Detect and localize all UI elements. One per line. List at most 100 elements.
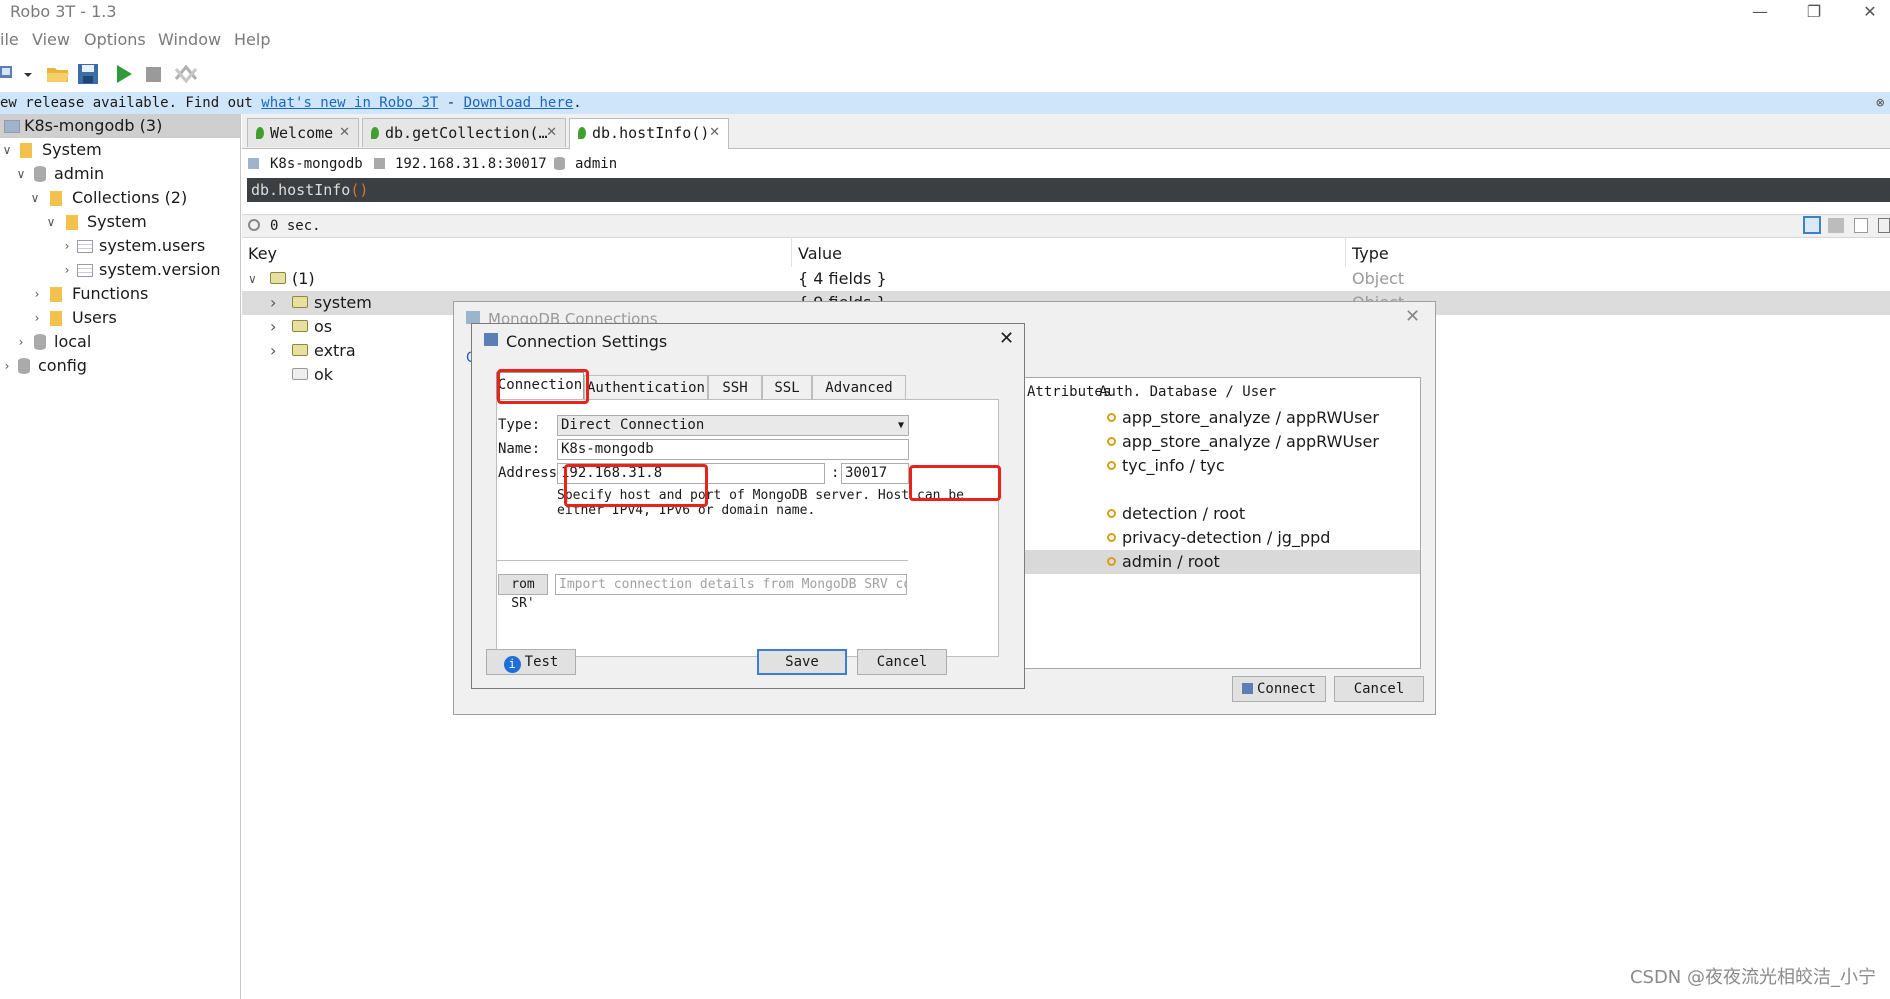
tab-getcollection[interactable]: db.getCollection(… ✕ (362, 118, 566, 147)
stop-icon[interactable] (142, 62, 166, 86)
highlight-connection-tab (497, 369, 589, 404)
menu-file[interactable]: ile (0, 30, 19, 49)
minimize-button[interactable]: — (1740, 0, 1780, 26)
connection-node[interactable]: K8s-mongodb (3) (0, 114, 240, 138)
whats-new-link[interactable]: what's new in Robo 3T (261, 95, 438, 111)
auth-entry: app_store_analyze / appRWUser (1122, 432, 1379, 451)
explorer-sidebar: K8s-mongodb (3) ∨ System ∨ admin ∨ Colle… (0, 114, 241, 999)
list-item[interactable]: tyc_info / tyc (1015, 454, 1420, 478)
text-view-icon[interactable] (1854, 218, 1868, 233)
cancel-settings-button[interactable]: Cancel (857, 649, 947, 675)
object-icon (270, 272, 286, 284)
close-icon[interactable]: ✕ (339, 119, 350, 147)
auth-entry: app_store_analyze / appRWUser (1122, 408, 1379, 427)
list-item[interactable]: privacy-detection / jg_ppd (1015, 526, 1420, 550)
folder-icon (66, 215, 78, 230)
connection-settings-dialog: Connection Settings ✕ Connection Authent… (471, 323, 1025, 689)
name-label: Name: (498, 441, 541, 457)
tab-advanced[interactable]: Advanced (812, 375, 906, 399)
connection-info-bar: K8s-mongodb 192.168.31.8:30017 admin (242, 152, 1890, 176)
highlight-port-field (909, 465, 1001, 501)
close-icon[interactable]: ✕ (999, 328, 1014, 349)
restore-button[interactable]: ❐ (1794, 0, 1834, 26)
save-icon[interactable] (76, 62, 100, 86)
folder-icon (50, 287, 62, 302)
from-srv-button[interactable]: rom SR' (498, 574, 548, 611)
address-icon (374, 158, 385, 169)
chevron-down-icon[interactable]: ∨ (0, 138, 14, 162)
object-icon (292, 320, 308, 332)
tab-ssh[interactable]: SSH (708, 375, 762, 399)
menu-view[interactable]: View (32, 30, 70, 49)
save-button[interactable]: Save (757, 649, 847, 675)
table-row[interactable]: ∨ (1) { 4 fields } Object (242, 267, 1890, 291)
tree-label: System (42, 140, 102, 159)
row-key: system (314, 293, 372, 312)
name-field[interactable]: K8s-mongodb (557, 439, 909, 460)
connect-button[interactable]: Connect (1232, 676, 1326, 702)
refresh-icon[interactable] (172, 62, 200, 86)
tab-welcome[interactable]: Welcome ✕ (247, 118, 359, 147)
clock-icon (248, 219, 260, 231)
connection-type-select[interactable]: Direct Connection ▼ (557, 415, 909, 436)
close-icon[interactable]: ✕ (546, 119, 557, 147)
list-item[interactable]: app_store_analyze / appRWUser (1015, 406, 1420, 430)
close-banner-icon[interactable]: ⊗ (1876, 92, 1884, 114)
chevron-down-icon[interactable]: ∨ (14, 162, 28, 186)
chevron-right-icon[interactable]: › (270, 291, 276, 315)
chevron-down-icon[interactable]: ∨ (248, 267, 257, 291)
tab-hostinfo[interactable]: db.hostInfo() ✕ (569, 118, 729, 149)
chevron-right-icon[interactable]: › (14, 330, 28, 354)
column-key[interactable]: Key (242, 237, 792, 267)
list-item[interactable]: detection / root (1015, 502, 1420, 526)
menu-help[interactable]: Help (234, 30, 270, 49)
server-icon (248, 158, 259, 169)
key-icon (1107, 533, 1116, 542)
auth-header: Auth. Database / User (1099, 384, 1277, 400)
key-icon (1107, 461, 1116, 470)
chevron-right-icon[interactable]: › (270, 339, 276, 363)
chevron-right-icon[interactable]: › (60, 258, 74, 282)
open-folder-icon[interactable] (46, 62, 70, 86)
execute-play-icon[interactable] (112, 62, 136, 86)
auth-entry: tyc_info / tyc (1122, 456, 1225, 475)
custom-view-icon[interactable] (1878, 218, 1890, 233)
menu-options[interactable]: Options (84, 30, 146, 49)
cancel-button[interactable]: Cancel (1334, 676, 1424, 702)
chevron-right-icon[interactable]: › (30, 282, 44, 306)
dialog-title: Connection Settings (506, 332, 668, 351)
port-field[interactable]: 30017 (841, 463, 909, 484)
mongo-leaf-icon (371, 127, 379, 139)
test-button[interactable]: i Test (486, 649, 576, 675)
tab-ssl[interactable]: SSL (762, 375, 812, 399)
download-link[interactable]: Download here (464, 95, 574, 111)
tree-view-icon[interactable] (1803, 216, 1821, 234)
connect-icon[interactable] (0, 62, 24, 86)
object-icon (292, 344, 308, 356)
chevron-down-icon[interactable]: ∨ (44, 210, 58, 234)
column-type[interactable]: Type (1346, 237, 1890, 267)
row-key: extra (314, 341, 356, 360)
tree-label: system.version (99, 260, 221, 279)
query-editor[interactable]: db.hostInfo() (247, 178, 1890, 202)
menu-window[interactable]: Window (158, 30, 221, 49)
close-icon[interactable]: ✕ (1405, 306, 1420, 327)
chevron-right-icon[interactable]: › (270, 315, 276, 339)
chevron-down-icon[interactable]: ∨ (28, 186, 42, 210)
list-item[interactable]: app_store_analyze / appRWUser (1015, 430, 1420, 454)
chevron-right-icon[interactable]: › (60, 234, 74, 258)
chevron-right-icon[interactable]: › (30, 306, 44, 330)
srv-import-input[interactable]: Import connection details from MongoDB S… (555, 574, 907, 595)
close-window-button[interactable]: ✕ (1850, 0, 1890, 26)
window-title: Robo 3T - 1.3 (10, 2, 117, 21)
chevron-right-icon[interactable]: › (0, 354, 14, 378)
chevron-down-icon[interactable] (22, 62, 34, 86)
close-icon[interactable]: ✕ (709, 119, 720, 147)
column-value[interactable]: Value (792, 237, 1346, 267)
list-item[interactable]: admin / root (1015, 550, 1420, 574)
table-view-icon[interactable] (1828, 218, 1844, 233)
tab-authentication[interactable]: Authentication (584, 375, 708, 399)
highlight-host-field (564, 464, 708, 507)
port-separator: : (831, 465, 840, 481)
mongo-leaf-icon (256, 127, 264, 139)
